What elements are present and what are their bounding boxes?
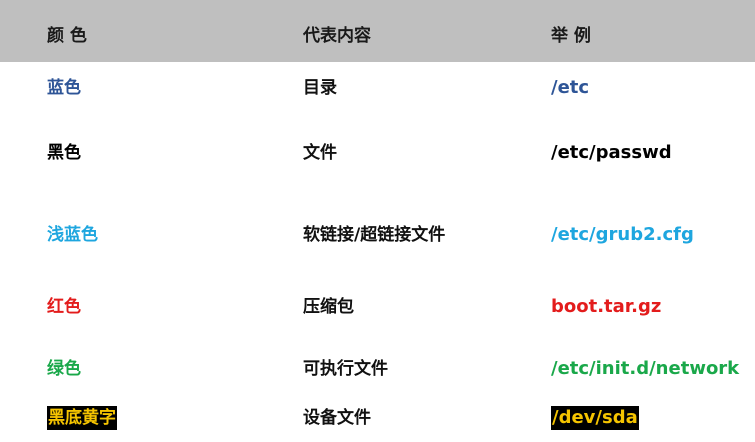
meaning-cell: 软链接/超链接文件 (303, 225, 446, 245)
header-example-column: 举 例 (551, 26, 591, 46)
example-cell: /dev/sda (551, 406, 639, 430)
meaning-cell: 文件 (303, 143, 337, 163)
table-row-green: 绿色 可执行文件 /etc/init.d/network (0, 357, 755, 387)
color-name-cell: 黑底黄字 (47, 406, 117, 430)
meaning-cell: 可执行文件 (303, 359, 388, 379)
color-name-cell: 浅蓝色 (47, 225, 98, 245)
header-meaning-column: 代表内容 (303, 26, 371, 46)
meaning-cell: 压缩包 (303, 297, 354, 317)
table-row-red: 红色 压缩包 boot.tar.gz (0, 295, 755, 325)
table-row-blue: 蓝色 目录 /etc (0, 76, 755, 106)
table-row-black: 黑色 文件 /etc/passwd (0, 141, 755, 171)
color-name-cell: 绿色 (47, 359, 81, 379)
example-cell: /etc/init.d/network (551, 358, 740, 379)
example-cell: /etc (551, 77, 590, 98)
meaning-cell: 设备文件 (303, 408, 371, 428)
color-name-cell: 红色 (47, 297, 81, 317)
table-row-black-on-yellow: 黑底黄字 设备文件 /dev/sda (0, 406, 755, 436)
color-name-cell: 蓝色 (47, 78, 81, 98)
table-row-light-blue: 浅蓝色 软链接/超链接文件 /etc/grub2.cfg (0, 223, 755, 253)
example-cell: /etc/passwd (551, 142, 672, 163)
color-name-cell: 黑色 (47, 143, 81, 163)
table-header: 颜 色 代表内容 举 例 (0, 0, 755, 62)
meaning-cell: 目录 (303, 78, 337, 98)
example-cell: /etc/grub2.cfg (551, 224, 694, 245)
example-cell: boot.tar.gz (551, 296, 662, 317)
header-color-column: 颜 色 (47, 26, 87, 46)
